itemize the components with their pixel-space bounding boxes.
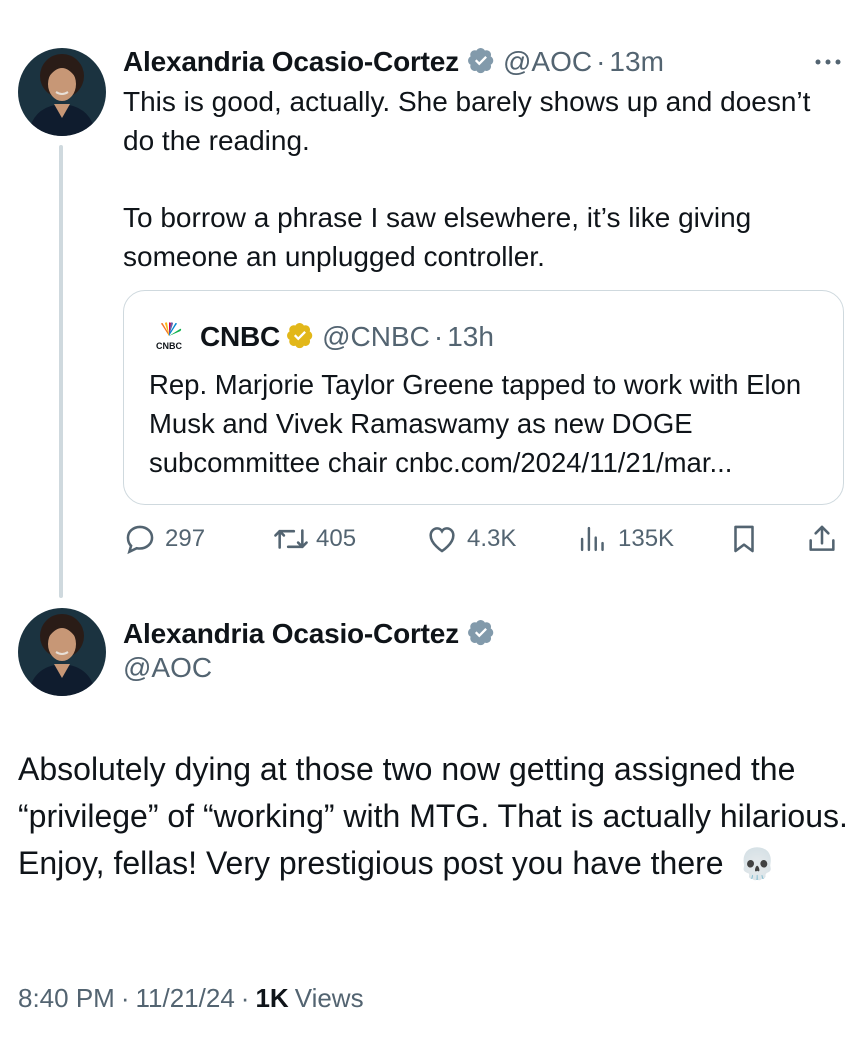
skull-emoji: 💀 (738, 848, 776, 881)
tweet-time[interactable]: 8:40 PM (18, 983, 115, 1014)
heart-icon (429, 527, 455, 553)
bookmark-button[interactable] (729, 522, 759, 556)
share-button[interactable] (805, 522, 839, 556)
quoted-timestamp[interactable]: 13h (447, 321, 494, 353)
repost-count: 405 (316, 525, 357, 552)
repost-button[interactable]: 405 (272, 522, 356, 556)
views-count: 135K (618, 525, 675, 552)
author-handle[interactable]: @AOC (123, 652, 212, 684)
author-name[interactable]: Alexandria Ocasio-Cortez (123, 618, 459, 650)
quoted-author-name[interactable]: CNBC (200, 321, 280, 353)
views-icon (580, 526, 604, 552)
tweet-meta: 8:40 PM · 11/21/24 · 1K Views (18, 983, 364, 1014)
like-count: 4.3K (467, 525, 517, 552)
quoted-text: Rep. Marjorie Taylor Greene tapped to wo… (149, 369, 802, 478)
reply-header: Alexandria Ocasio-Cortez @AOC · 13m (123, 44, 664, 80)
tweet-date[interactable]: 11/21/24 (136, 983, 235, 1014)
avatar-image (18, 608, 106, 696)
views-label: Views (294, 983, 364, 1013)
timestamp[interactable]: 13m (609, 46, 663, 78)
separator-dot: · (596, 46, 606, 77)
thread-line (59, 145, 63, 598)
author-name[interactable]: Alexandria Ocasio-Cortez (123, 46, 459, 78)
quoted-author-handle[interactable]: @CNBC (322, 321, 430, 353)
reply-count: 297 (165, 525, 206, 552)
bookmark-icon (734, 525, 754, 553)
separator-dot: · (120, 983, 130, 1013)
quoted-tweet-card[interactable]: CNBC CNBC @CNBC · 13h Rep. Marjorie Tayl… (123, 290, 844, 505)
views-button[interactable]: 135K (578, 522, 674, 556)
separator-dot: · (240, 983, 250, 1013)
more-icon[interactable] (812, 52, 844, 77)
views-total: 1K (255, 983, 289, 1013)
like-button[interactable]: 4.3K (425, 522, 516, 556)
cnbc-logo-icon: CNBC (152, 322, 186, 352)
verified-icon[interactable] (467, 618, 495, 651)
verified-icon[interactable] (467, 46, 495, 79)
separator-dot: · (433, 321, 444, 352)
avatar[interactable] (18, 608, 106, 696)
reply-text-paragraph-1: This is good, actually. She barely shows… (123, 86, 811, 156)
avatar-image (18, 48, 106, 136)
main-text: Absolutely dying at those two now gettin… (18, 746, 848, 888)
repost-icon (274, 529, 308, 549)
avatar[interactable] (18, 48, 106, 136)
reply-button[interactable]: 297 (123, 522, 205, 556)
main-header: Alexandria Ocasio-Cortez (123, 616, 495, 652)
verified-gold-icon[interactable] (286, 321, 314, 354)
reply-text-paragraph-2: To borrow a phrase I saw elsewhere, it’s… (123, 202, 752, 272)
main-text-content: Absolutely dying at those two now gettin… (18, 751, 848, 881)
cnbc-logo-text: CNBC (156, 341, 182, 351)
reply-icon (126, 525, 154, 555)
share-icon (809, 525, 835, 551)
quoted-header: CNBC CNBC @CNBC · 13h (152, 319, 494, 355)
author-handle[interactable]: @AOC (503, 46, 592, 78)
